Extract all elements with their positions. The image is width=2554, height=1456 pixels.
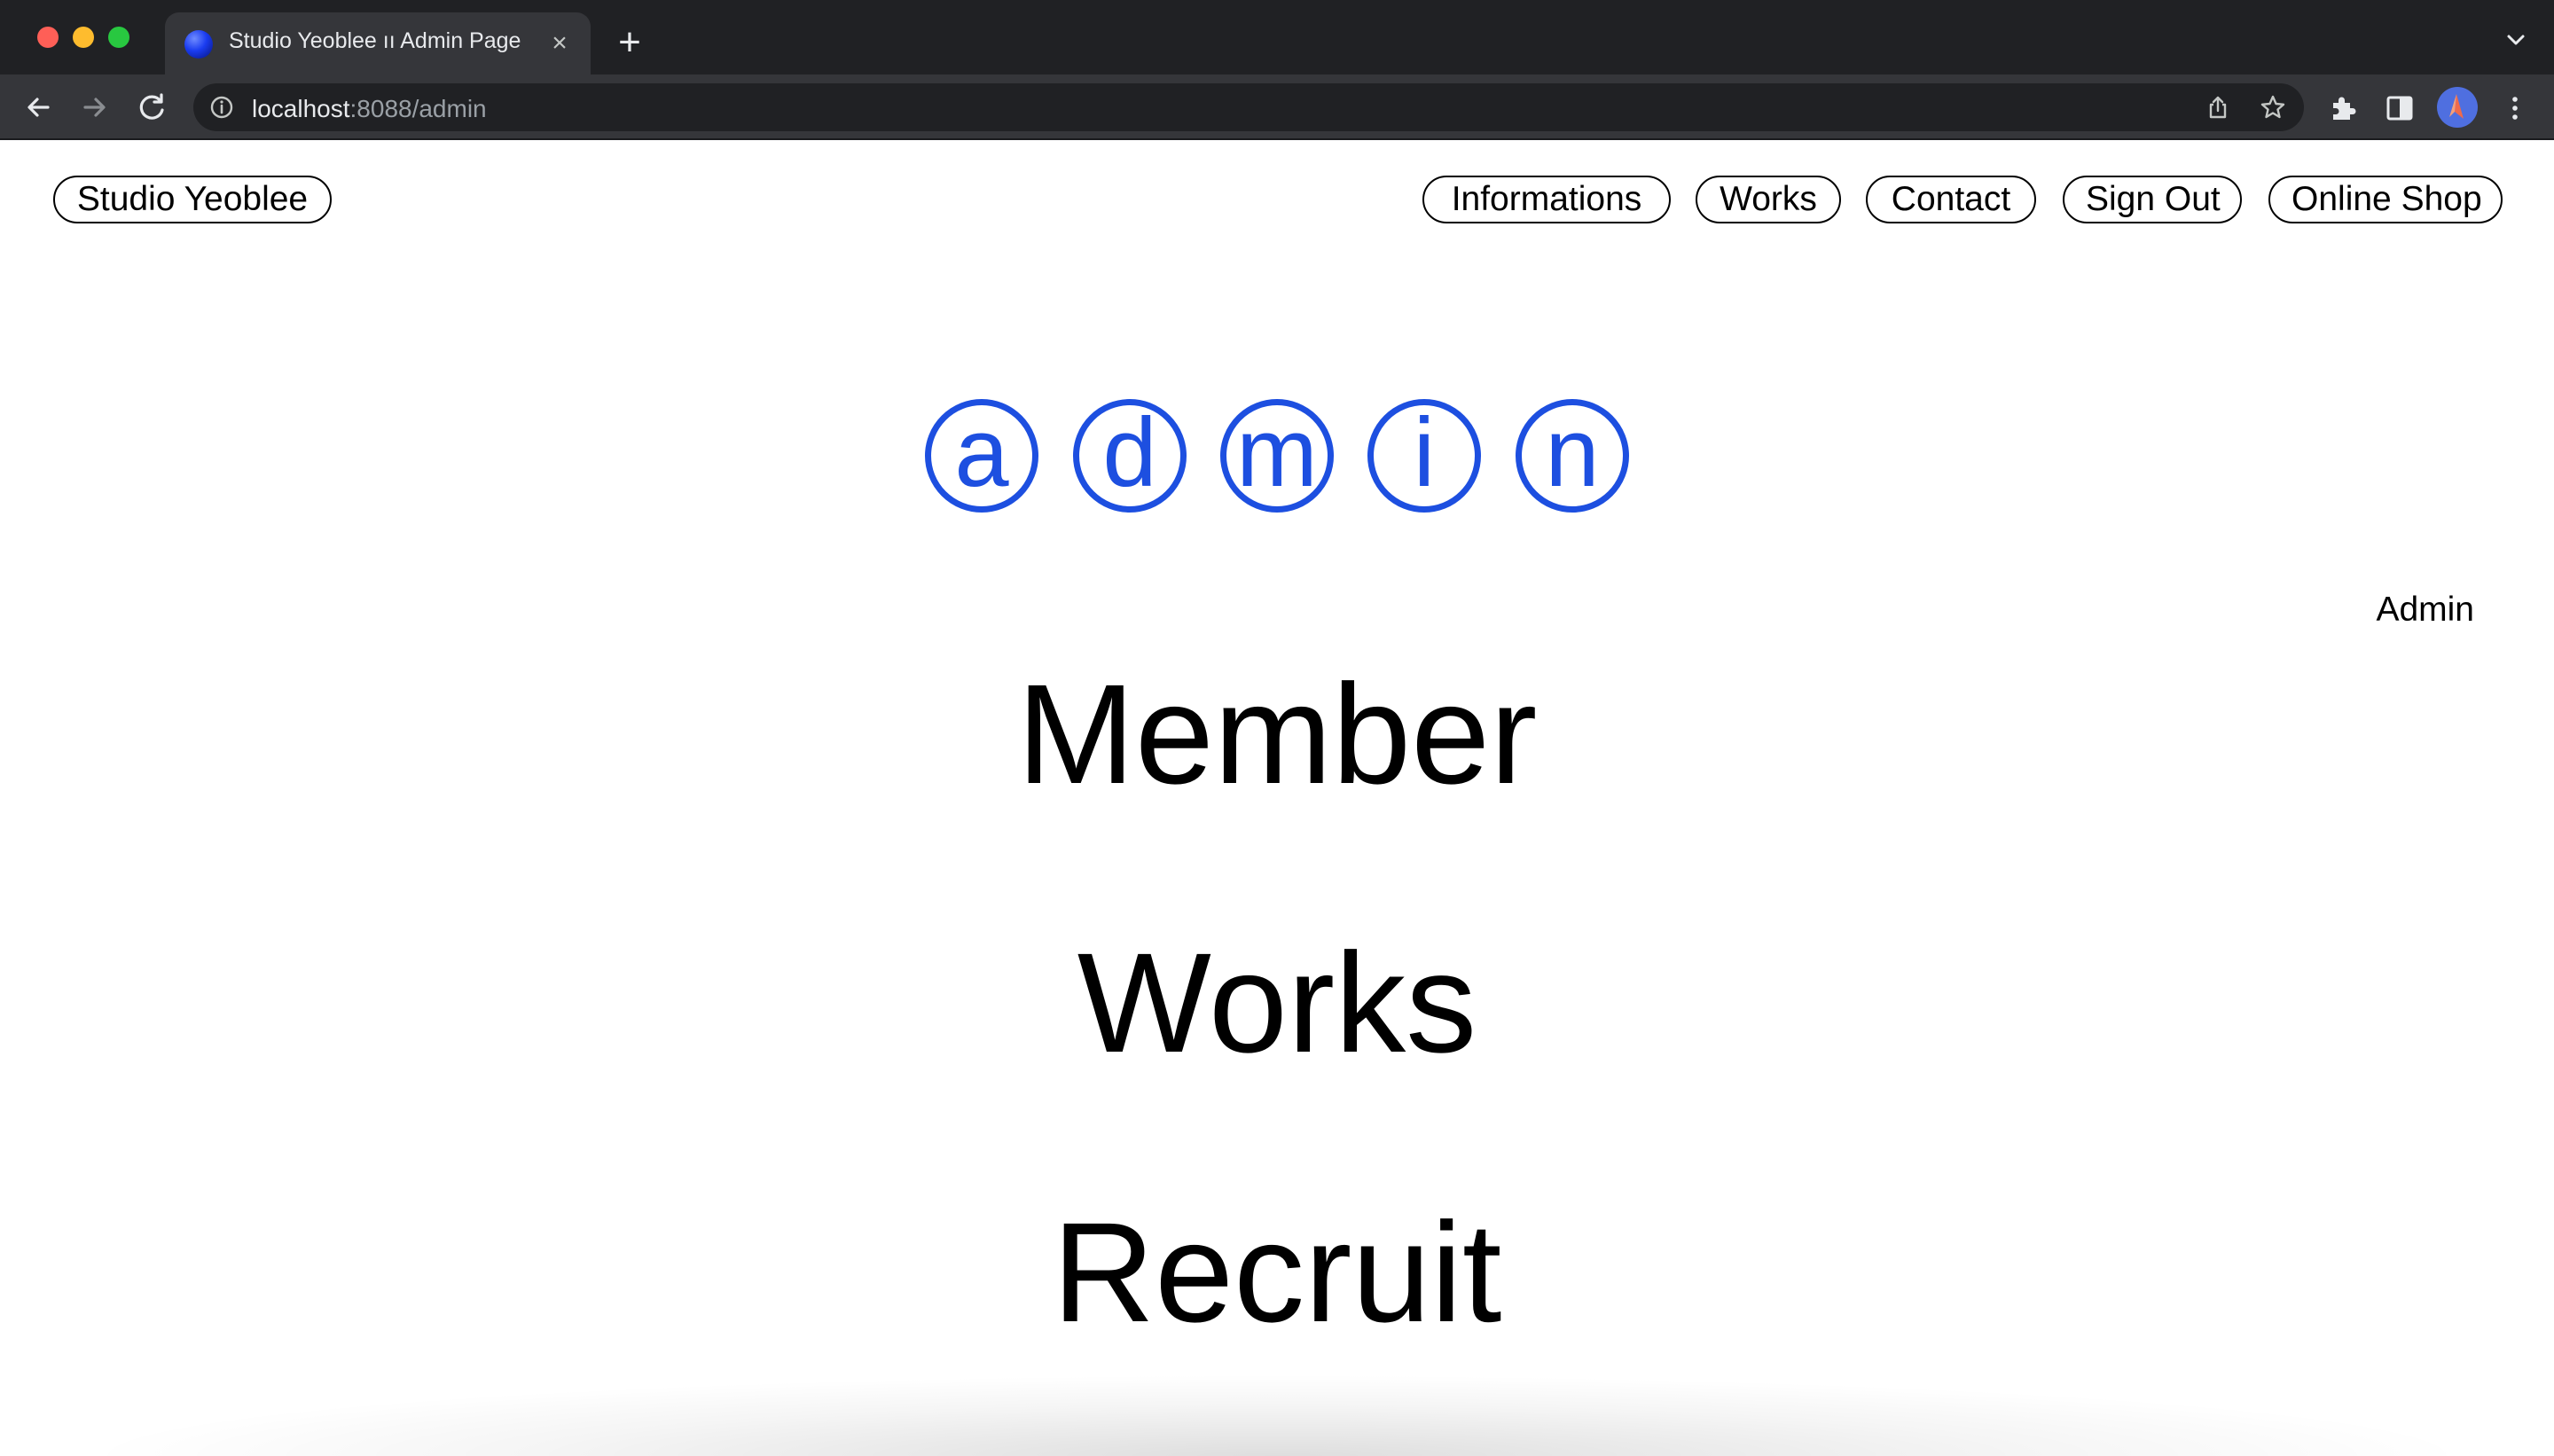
circled-letter: d	[1073, 399, 1187, 513]
nav-sign-out[interactable]: Sign Out	[2063, 176, 2242, 223]
close-tab-icon[interactable]: ×	[544, 28, 575, 59]
circled-letter: a	[925, 399, 1038, 513]
back-arrow-icon[interactable]	[20, 89, 57, 126]
share-icon[interactable]	[2205, 94, 2231, 121]
close-window-button[interactable]	[37, 27, 59, 48]
active-tab[interactable]: Studio Yeoblee ıı Admin Page ×	[165, 12, 591, 74]
recruit-link[interactable]: Recruit	[0, 1197, 2554, 1348]
member-link[interactable]: Member	[0, 659, 2554, 810]
tab-title: Studio Yeoblee ıı Admin Page	[229, 28, 521, 53]
admin-role-label: Admin	[2376, 591, 2474, 629]
page-content: Studio Yeoblee Informations Works Contac…	[0, 140, 2554, 1456]
new-tab-button[interactable]: +	[612, 23, 647, 62]
nav-works[interactable]: Works	[1696, 176, 1841, 223]
reload-icon[interactable]	[133, 89, 170, 126]
side-panel-icon[interactable]	[2384, 92, 2416, 124]
bookmark-star-icon[interactable]	[2260, 94, 2286, 121]
nav-online-shop[interactable]: Online Shop	[2268, 176, 2503, 223]
site-info-icon[interactable]	[209, 95, 234, 120]
browser-toolbar: localhost:8088/admin	[0, 74, 2554, 140]
globe-favicon-icon	[184, 30, 213, 59]
admin-circled-title: a d m i n	[922, 399, 1632, 518]
works-link[interactable]: Works	[0, 928, 2554, 1078]
forward-arrow-icon[interactable]	[76, 89, 114, 126]
browser-window: Studio Yeoblee ıı Admin Page × + localho…	[0, 0, 2554, 1456]
profile-avatar[interactable]	[2437, 87, 2478, 128]
nav-informations[interactable]: Informations	[1422, 176, 1671, 223]
circled-letter: m	[1220, 399, 1334, 513]
tab-search-chevron-icon[interactable]	[2503, 27, 2529, 53]
url-host: localhost	[252, 95, 350, 122]
address-bar[interactable]: localhost:8088/admin	[193, 83, 2304, 131]
tab-strip: Studio Yeoblee ıı Admin Page × +	[0, 0, 2554, 74]
minimize-window-button[interactable]	[73, 27, 94, 48]
nav-contact[interactable]: Contact	[1866, 176, 2036, 223]
profile-picture-icon	[2449, 94, 2464, 119]
url-path: :8088/admin	[349, 95, 487, 122]
extensions-puzzle-icon[interactable]	[2327, 92, 2359, 124]
maximize-window-button[interactable]	[108, 27, 129, 48]
circled-letter: i	[1367, 399, 1481, 513]
more-menu-icon[interactable]	[2499, 92, 2531, 124]
site-logo-link[interactable]: Studio Yeoblee	[53, 176, 332, 223]
bottom-shadow	[106, 1376, 2448, 1456]
circled-letter: n	[1516, 399, 1629, 513]
url-text: localhost:8088/admin	[252, 95, 487, 123]
